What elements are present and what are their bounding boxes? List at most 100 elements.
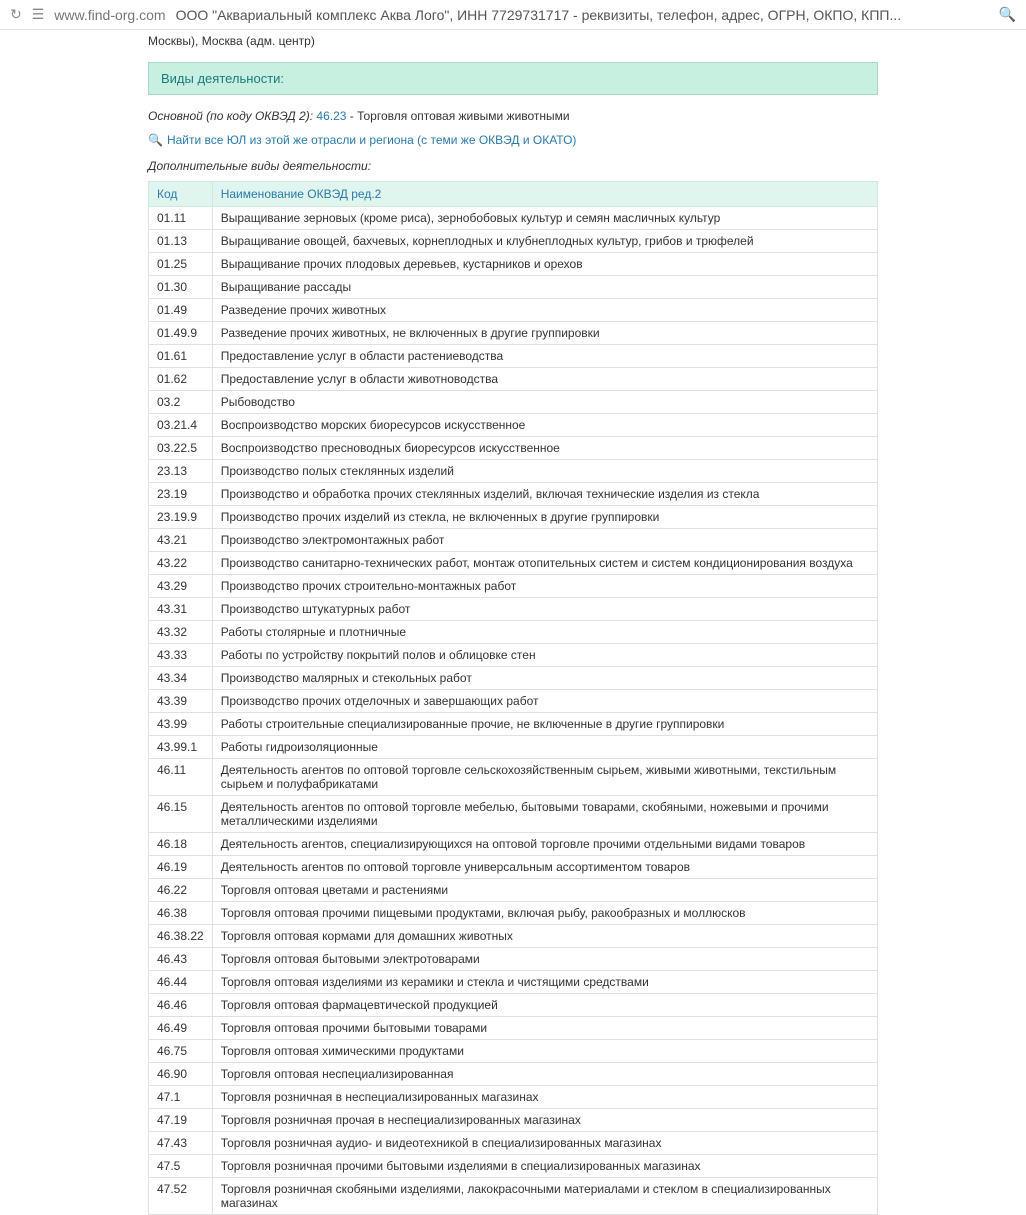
activity-name: Воспроизводство пресноводных биоресурсов… [212,437,877,460]
url-text[interactable]: www.find-org.com [54,7,165,23]
activity-code: 43.34 [149,667,213,690]
activity-code: 47.5 [149,1155,213,1178]
activity-name: Работы строительные специализированные п… [212,713,877,736]
find-link-text: Найти все ЮЛ из этой же отрасли и регион… [167,133,576,147]
activity-code: 46.90 [149,1063,213,1086]
table-row: 01.11Выращивание зерновых (кроме риса), … [149,207,878,230]
activity-name: Разведение прочих животных, не включенны… [212,322,877,345]
main-activity: Основной (по коду ОКВЭД 2): 46.23 - Торг… [148,105,878,127]
table-row: 43.29Производство прочих строительно-мон… [149,575,878,598]
activity-code: 43.32 [149,621,213,644]
table-row: 01.30Выращивание рассады [149,276,878,299]
activity-code: 46.19 [149,856,213,879]
main-activity-code[interactable]: 46.23 [316,109,346,123]
activity-name: Производство прочих строительно-монтажны… [212,575,877,598]
table-row: 43.99.1Работы гидроизоляционные [149,736,878,759]
activity-name: Торговля оптовая неспециализированная [212,1063,877,1086]
table-row: 23.19Производство и обработка прочих сте… [149,483,878,506]
activity-name: Торговля розничная скобяными изделиями, … [212,1178,877,1215]
table-row: 46.22Торговля оптовая цветами и растения… [149,879,878,902]
activity-name: Воспроизводство морских биоресурсов иску… [212,414,877,437]
activity-name: Торговля оптовая фармацевтической продук… [212,994,877,1017]
activity-name: Торговля розничная в неспециализированны… [212,1086,877,1109]
activity-code: 43.22 [149,552,213,575]
activity-name: Разведение прочих животных [212,299,877,322]
table-row: 46.38.22Торговля оптовая кормами для дом… [149,925,878,948]
activity-code: 01.61 [149,345,213,368]
activity-name: Производство электромонтажных работ [212,529,877,552]
activity-code: 43.99 [149,713,213,736]
activity-code: 46.38 [149,902,213,925]
activity-code: 03.21.4 [149,414,213,437]
activity-code: 46.38.22 [149,925,213,948]
additional-activities-label: Дополнительные виды деятельности: [148,153,878,181]
activity-code: 01.49.9 [149,322,213,345]
table-row: 43.33Работы по устройству покрытий полов… [149,644,878,667]
activity-code: 01.13 [149,230,213,253]
activity-code: 01.30 [149,276,213,299]
table-row: 01.62Предоставление услуг в области живо… [149,368,878,391]
activity-name: Деятельность агентов по оптовой торговле… [212,759,877,796]
main-activity-prefix: Основной (по коду ОКВЭД 2): [148,109,313,123]
main-activity-desc: - Торговля оптовая живыми животными [350,109,570,123]
activity-name: Работы столярные и плотничные [212,621,877,644]
activity-code: 23.13 [149,460,213,483]
table-row: 46.46Торговля оптовая фармацевтической п… [149,994,878,1017]
activity-code: 46.22 [149,879,213,902]
activity-name: Производство прочих отделочных и заверша… [212,690,877,713]
reload-icon[interactable]: ↻ [10,6,22,23]
activity-name: Торговля оптовая химическими продуктами [212,1040,877,1063]
activity-name: Выращивание овощей, бахчевых, корнеплодн… [212,230,877,253]
table-row: 03.21.4Воспроизводство морских биоресурс… [149,414,878,437]
activity-name: Торговля оптовая прочими бытовыми товара… [212,1017,877,1040]
activity-code: 43.39 [149,690,213,713]
activity-code: 01.49 [149,299,213,322]
activity-code: 46.43 [149,948,213,971]
table-row: 46.18Деятельность агентов, специализирую… [149,833,878,856]
activity-code: 46.11 [149,759,213,796]
activity-code: 01.11 [149,207,213,230]
activity-code: 43.21 [149,529,213,552]
search-icon[interactable]: 🔍 [999,6,1016,23]
table-row: 46.90Торговля оптовая неспециализированн… [149,1063,878,1086]
activity-name: Торговля оптовая цветами и растениями [212,879,877,902]
table-row: 01.61Предоставление услуг в области раст… [149,345,878,368]
activity-code: 46.46 [149,994,213,1017]
find-similar-link[interactable]: 🔍 Найти все ЮЛ из этой же отрасли и реги… [148,127,878,153]
activity-code: 46.49 [149,1017,213,1040]
activity-code: 43.33 [149,644,213,667]
activities-table: Код Наименование ОКВЭД ред.2 01.11Выращи… [148,181,878,1215]
activity-name: Производство и обработка прочих стеклянн… [212,483,877,506]
table-row: 03.2Рыбоводство [149,391,878,414]
activity-code: 46.18 [149,833,213,856]
activity-name: Деятельность агентов по оптовой торговле… [212,796,877,833]
table-row: 46.43Торговля оптовая бытовыми электрото… [149,948,878,971]
table-row: 47.5Торговля розничная прочими бытовыми … [149,1155,878,1178]
table-header-code[interactable]: Код [149,182,213,207]
table-row: 46.38Торговля оптовая прочими пищевыми п… [149,902,878,925]
table-row: 46.75Торговля оптовая химическими продук… [149,1040,878,1063]
table-row: 47.43Торговля розничная аудио- и видеоте… [149,1132,878,1155]
activity-name: Производство санитарно-технических работ… [212,552,877,575]
activity-name: Торговля оптовая бытовыми электротоварам… [212,948,877,971]
table-row: 47.52Торговля розничная скобяными издели… [149,1178,878,1215]
table-row: 01.49Разведение прочих животных [149,299,878,322]
activity-name: Работы по устройству покрытий полов и об… [212,644,877,667]
activity-name: Предоставление услуг в области животново… [212,368,877,391]
reader-icon[interactable]: ☰ [32,6,45,23]
activity-code: 23.19 [149,483,213,506]
table-header-name[interactable]: Наименование ОКВЭД ред.2 [212,182,877,207]
activities-header: Виды деятельности: [148,62,878,95]
table-row: 43.22Производство санитарно-технических … [149,552,878,575]
activity-name: Деятельность агентов по оптовой торговле… [212,856,877,879]
activity-code: 46.75 [149,1040,213,1063]
activity-name: Торговля розничная аудио- и видеотехнико… [212,1132,877,1155]
activity-code: 03.2 [149,391,213,414]
activity-name: Торговля розничная прочая в неспециализи… [212,1109,877,1132]
table-row: 43.34Производство малярных и стекольных … [149,667,878,690]
activity-code: 01.62 [149,368,213,391]
table-row: 01.49.9Разведение прочих животных, не вк… [149,322,878,345]
activity-name: Торговля оптовая кормами для домашних жи… [212,925,877,948]
page-title: ООО "Аквариальный комплекс Аква Лого", И… [176,7,989,23]
table-row: 46.15Деятельность агентов по оптовой тор… [149,796,878,833]
